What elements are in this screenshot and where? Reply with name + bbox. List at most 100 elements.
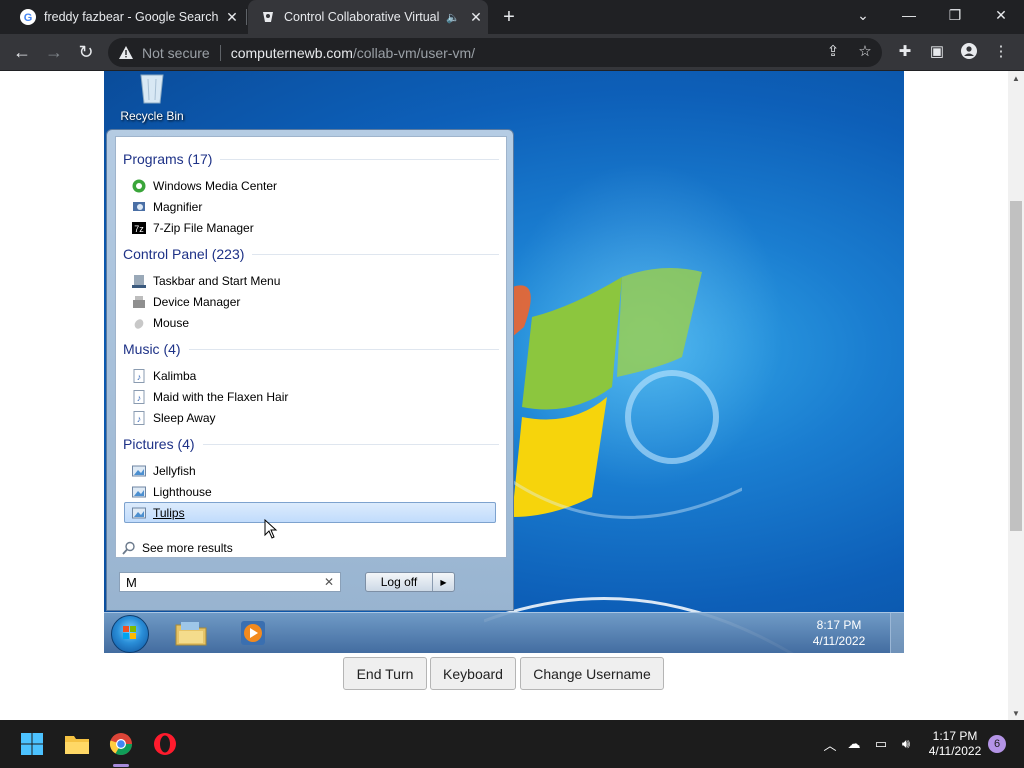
extensions-puzzle-icon[interactable]: ✚: [894, 40, 916, 62]
notification-badge[interactable]: 6: [988, 735, 1006, 753]
explorer-taskbar-icon[interactable]: [174, 617, 208, 649]
forward-button[interactable]: →: [42, 40, 66, 64]
close-tab-icon[interactable]: ✕: [224, 9, 240, 25]
web-page: Recycle Bin Programs (17) Windows Media …: [0, 71, 1008, 720]
minimize-button[interactable]: —: [886, 0, 932, 30]
close-tab-icon[interactable]: ✕: [468, 9, 484, 25]
restore-button[interactable]: ❐: [932, 0, 978, 30]
page-scrollbar[interactable]: ▲ ▼: [1008, 71, 1024, 720]
tab-search-chevron-icon[interactable]: ⌄: [840, 0, 886, 30]
new-tab-button[interactable]: +: [498, 6, 520, 28]
mouse-icon: [131, 315, 147, 331]
category-control-panel[interactable]: Control Panel (223): [123, 246, 499, 262]
volume-icon[interactable]: 🔊︎: [896, 734, 916, 754]
onedrive-cloud-icon[interactable]: ☁: [844, 734, 864, 754]
log-off-button[interactable]: Log off ▶: [365, 572, 455, 592]
divider: [202, 443, 499, 445]
security-label: Not secure: [142, 44, 210, 61]
vm-clock[interactable]: 8:17 PM 4/11/2022: [794, 617, 884, 649]
result-device-manager[interactable]: Device Manager: [131, 291, 502, 312]
os-clock[interactable]: 1:17 PM 4/11/2022: [924, 729, 986, 759]
vm-date: 4/11/2022: [812, 634, 866, 648]
tab-collabvm[interactable]: Control Collaborative Virtual 🔈 ✕: [248, 0, 488, 34]
result-windows-media-center[interactable]: Windows Media Center: [131, 175, 502, 196]
device-manager-icon: [131, 294, 147, 310]
display-icon[interactable]: ▭: [871, 734, 891, 754]
result-jellyfish[interactable]: Jellyfish: [131, 460, 502, 481]
scroll-down-icon[interactable]: ▼: [1008, 706, 1024, 720]
result-maid-flaxen-hair[interactable]: ♪ Maid with the Flaxen Hair: [131, 386, 502, 407]
profile-avatar-icon[interactable]: [958, 40, 980, 62]
result-label: Jellyfish: [153, 463, 196, 478]
result-lighthouse[interactable]: Lighthouse: [131, 481, 502, 502]
result-magnifier[interactable]: Magnifier: [131, 196, 502, 217]
share-icon[interactable]: ⇪: [822, 40, 844, 62]
chrome-icon[interactable]: [105, 728, 137, 760]
media-player-taskbar-icon[interactable]: [236, 617, 270, 649]
clear-search-icon[interactable]: ✕: [324, 575, 334, 589]
os-taskbar: ︿ ☁ ▭ 🔊︎ 1:17 PM 4/11/2022 6: [0, 720, 1024, 768]
back-button[interactable]: ←: [10, 40, 34, 64]
file-explorer-icon[interactable]: [61, 728, 93, 760]
end-turn-button[interactable]: End Turn: [343, 657, 427, 690]
media-center-icon: [131, 178, 147, 194]
vm-screen[interactable]: Recycle Bin Programs (17) Windows Media …: [104, 71, 904, 653]
google-g-icon: G: [20, 9, 36, 25]
result-tulips[interactable]: Tulips: [124, 502, 496, 523]
result-7zip[interactable]: 7z 7-Zip File Manager: [131, 217, 502, 238]
keyboard-button[interactable]: Keyboard: [430, 657, 516, 690]
divider: [219, 44, 221, 61]
menu-kebab-icon[interactable]: ⋮: [990, 40, 1012, 62]
result-label: Lighthouse: [153, 484, 212, 499]
7zip-icon: 7z: [131, 220, 147, 236]
change-username-button[interactable]: Change Username: [520, 657, 664, 690]
start-orb-button[interactable]: [111, 615, 149, 653]
close-window-button[interactable]: ✕: [978, 0, 1024, 30]
result-label: Tulips: [153, 505, 185, 520]
result-label: Maid with the Flaxen Hair: [153, 389, 289, 404]
reload-button[interactable]: ↻: [74, 40, 98, 64]
taskbar-icon: [131, 273, 147, 289]
result-label: Windows Media Center: [153, 178, 278, 193]
category-programs[interactable]: Programs (17): [123, 151, 499, 167]
shutdown-options-arrow-icon[interactable]: ▶: [432, 573, 454, 591]
result-mouse[interactable]: Mouse: [131, 312, 502, 333]
result-label: Mouse: [153, 315, 190, 330]
category-pictures[interactable]: Pictures (4): [123, 436, 499, 452]
side-panel-icon[interactable]: ▣: [926, 40, 948, 62]
svg-text:♪: ♪: [137, 393, 142, 403]
see-more-results-link[interactable]: See more results: [122, 541, 233, 555]
category-music[interactable]: Music (4): [123, 341, 499, 357]
url-host: computernewb.com: [230, 44, 353, 61]
windows-logo-icon: [123, 626, 136, 639]
result-label: 7-Zip File Manager: [153, 220, 254, 235]
scroll-up-icon[interactable]: ▲: [1008, 71, 1024, 85]
windows-start-icon[interactable]: [16, 728, 48, 760]
recycle-bin-desktop-icon[interactable]: Recycle Bin: [112, 71, 192, 123]
address-bar[interactable]: Not secure computernewb.com/collab-vm/us…: [108, 38, 882, 67]
result-sleep-away[interactable]: ♪ Sleep Away: [131, 407, 502, 428]
divider: [188, 348, 499, 350]
result-kalimba[interactable]: ♪ Kalimba: [131, 365, 502, 386]
scrollbar-thumb[interactable]: [1010, 201, 1022, 531]
browser-toolbar: ← → ↻ Not secure computernewb.com/collab…: [0, 34, 1024, 71]
recycle-bin-icon: [135, 71, 169, 105]
svg-text:♪: ♪: [137, 372, 142, 382]
magnifier-icon: [131, 199, 147, 215]
log-off-label: Log off: [380, 575, 418, 589]
search-results-pane: Programs (17) Windows Media Center Magni…: [115, 136, 507, 558]
tab-google-search[interactable]: G freddy fazbear - Google Search ✕: [12, 0, 244, 34]
music-file-icon: ♪: [131, 389, 147, 405]
bookmark-star-icon[interactable]: ☆: [854, 40, 876, 62]
warning-icon[interactable]: [118, 45, 134, 61]
picture-file-icon: [131, 463, 147, 479]
result-taskbar-start-menu[interactable]: Taskbar and Start Menu: [131, 270, 502, 291]
url-path: /collab-vm/user-vm/: [352, 44, 476, 61]
start-search-input[interactable]: M ✕: [119, 572, 341, 592]
show-desktop-button[interactable]: [890, 613, 904, 653]
os-time: 1:17 PM: [932, 729, 978, 743]
tray-overflow-chevron-icon[interactable]: ︿: [820, 734, 840, 754]
opera-icon[interactable]: [149, 728, 181, 760]
category-heading: Control Panel (223): [123, 246, 245, 262]
audio-muted-icon[interactable]: 🔈: [446, 11, 460, 24]
